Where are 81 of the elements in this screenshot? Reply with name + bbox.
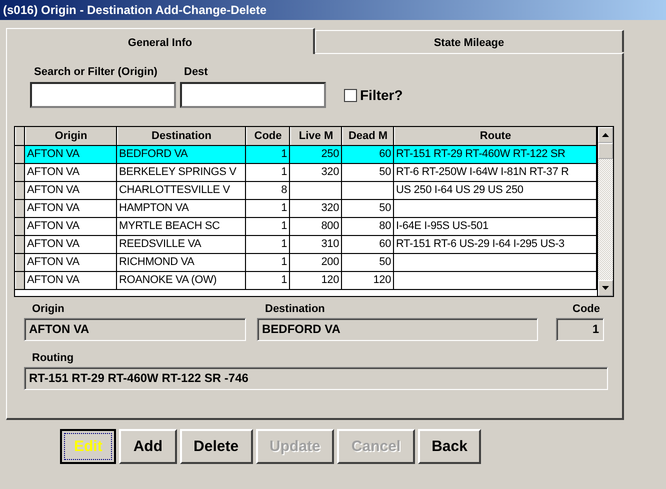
table-cell: RT-151 RT-6 US-29 I-64 I-295 US-3 [394, 236, 597, 253]
table-cell: BERKELEY SPRINGS V [117, 164, 246, 181]
table-cell: 60 [342, 236, 394, 253]
table-cell: RT-6 RT-250W I-64W I-81N RT-37 R [394, 164, 597, 181]
action-button[interactable]: Back [418, 429, 482, 464]
column-header: Live M [290, 127, 342, 145]
table-cell: 250 [290, 146, 342, 163]
field-label: Search or Filter (Origin) [33, 66, 158, 78]
table-cell: 310 [290, 236, 342, 253]
table-cell: AFTON VA [25, 146, 117, 163]
table-cell: I-64E I-95S US-501 [394, 218, 597, 235]
down-arrow-icon [602, 286, 609, 290]
table-cell: 1 [246, 218, 290, 235]
table-cell: 120 [342, 272, 394, 289]
action-button[interactable]: Add [119, 429, 177, 464]
scrollbar[interactable] [597, 127, 613, 296]
table-cell: 50 [342, 200, 394, 217]
table-cell: 80 [342, 218, 394, 235]
table-cell: 1 [246, 272, 290, 289]
code-field[interactable]: 1 [556, 318, 604, 341]
table-cell: 800 [290, 218, 342, 235]
table-cell: RT-151 RT-29 RT-460W RT-122 SR [394, 146, 597, 163]
search-field[interactable] [30, 82, 176, 108]
column-header: Origin [25, 127, 117, 145]
checkbox-label: Filter? [360, 87, 403, 103]
table-cell: AFTON VA [25, 236, 117, 253]
table-row[interactable]: AFTON VA ROANOKE VA (OW) 1 120 120 [15, 272, 597, 290]
table-cell: RICHMOND VA [117, 254, 246, 271]
column-header: Route [394, 127, 597, 145]
filter-checkbox[interactable] [344, 88, 357, 102]
table-cell: AFTON VA [25, 200, 117, 217]
column-header: Dead M [342, 127, 394, 145]
table-cell: AFTON VA [25, 272, 117, 289]
table-cell: 1 [246, 164, 290, 181]
table-cell: MYRTLE BEACH SC [117, 218, 246, 235]
window-title: (s016) Origin - Destination Add-Change-Delete [0, 0, 666, 20]
routing-field[interactable]: RT-151 RT-29 RT-460W RT-122 SR -746 [24, 367, 608, 390]
up-arrow-icon [602, 133, 609, 137]
table-row[interactable]: AFTON VA HAMPTON VA 1 320 50 [15, 200, 597, 218]
table-cell: 200 [290, 254, 342, 271]
field-label: Dest [183, 66, 209, 78]
table-row[interactable]: AFTON VA REEDSVILLE VA 1 310 60 RT-151 RT-6 US-29 I-64 I-295 US-3 [15, 236, 597, 254]
tab[interactable]: State Mileage [315, 30, 624, 52]
table-cell: 60 [342, 146, 394, 163]
table-row[interactable]: AFTON VA MYRTLE BEACH SC 1 800 80 I-64E I-95S US-501 [15, 218, 597, 236]
field-label: Code [572, 303, 601, 317]
table-cell: 1 [246, 254, 290, 271]
scroll-thumb[interactable] [598, 143, 613, 159]
origin-field[interactable]: AFTON VA [24, 318, 246, 341]
table-cell: AFTON VA [25, 164, 117, 181]
table-row[interactable]: AFTON VA RICHMOND VA 1 200 50 [15, 254, 597, 272]
column-header: Code [246, 127, 290, 145]
dest-field[interactable] [180, 82, 326, 108]
table-cell: REEDSVILLE VA [117, 236, 246, 253]
table-cell: 120 [290, 272, 342, 289]
action-button[interactable]: Delete [180, 429, 253, 464]
table-cell: AFTON VA [25, 218, 117, 235]
table-cell: AFTON VA [25, 182, 117, 199]
destination-field[interactable]: BEDFORD VA [257, 318, 538, 341]
table-cell: AFTON VA [25, 254, 117, 271]
field-label: Origin [31, 303, 66, 317]
table-row[interactable]: AFTON VA BEDFORD VA 1 250 60 RT-151 RT-29 RT-460W RT-122 SR [15, 146, 597, 164]
table-cell: HAMPTON VA [117, 200, 246, 217]
table-cell: 50 [342, 164, 394, 181]
table-cell: 320 [290, 200, 342, 217]
field-label: Destination [264, 303, 326, 317]
field-label: Routing [31, 352, 75, 366]
table-cell: 8 [246, 182, 290, 199]
table-cell: BEDFORD VA [117, 146, 246, 163]
table-cell: CHARLOTTESVILLE V [117, 182, 246, 199]
table-cell: US 250 I-64 US 29 US 250 [394, 182, 597, 199]
tab[interactable]: General Info [6, 28, 315, 54]
table-cell: 320 [290, 164, 342, 181]
table-cell: 50 [342, 254, 394, 271]
table-row[interactable]: AFTON VA CHARLOTTESVILLE V 8 US 250 I-64 US 29 US 250 [15, 182, 597, 200]
table-cell: 1 [246, 146, 290, 163]
column-header: Destination [117, 127, 246, 145]
table-cell: 1 [246, 236, 290, 253]
table-cell: 1 [246, 200, 290, 217]
table-cell: ROANOKE VA (OW) [117, 272, 246, 289]
table-row[interactable]: AFTON VA BERKELEY SPRINGS V 1 320 50 RT-6 RT-250W I-64W I-81N RT-37 R [15, 164, 597, 182]
